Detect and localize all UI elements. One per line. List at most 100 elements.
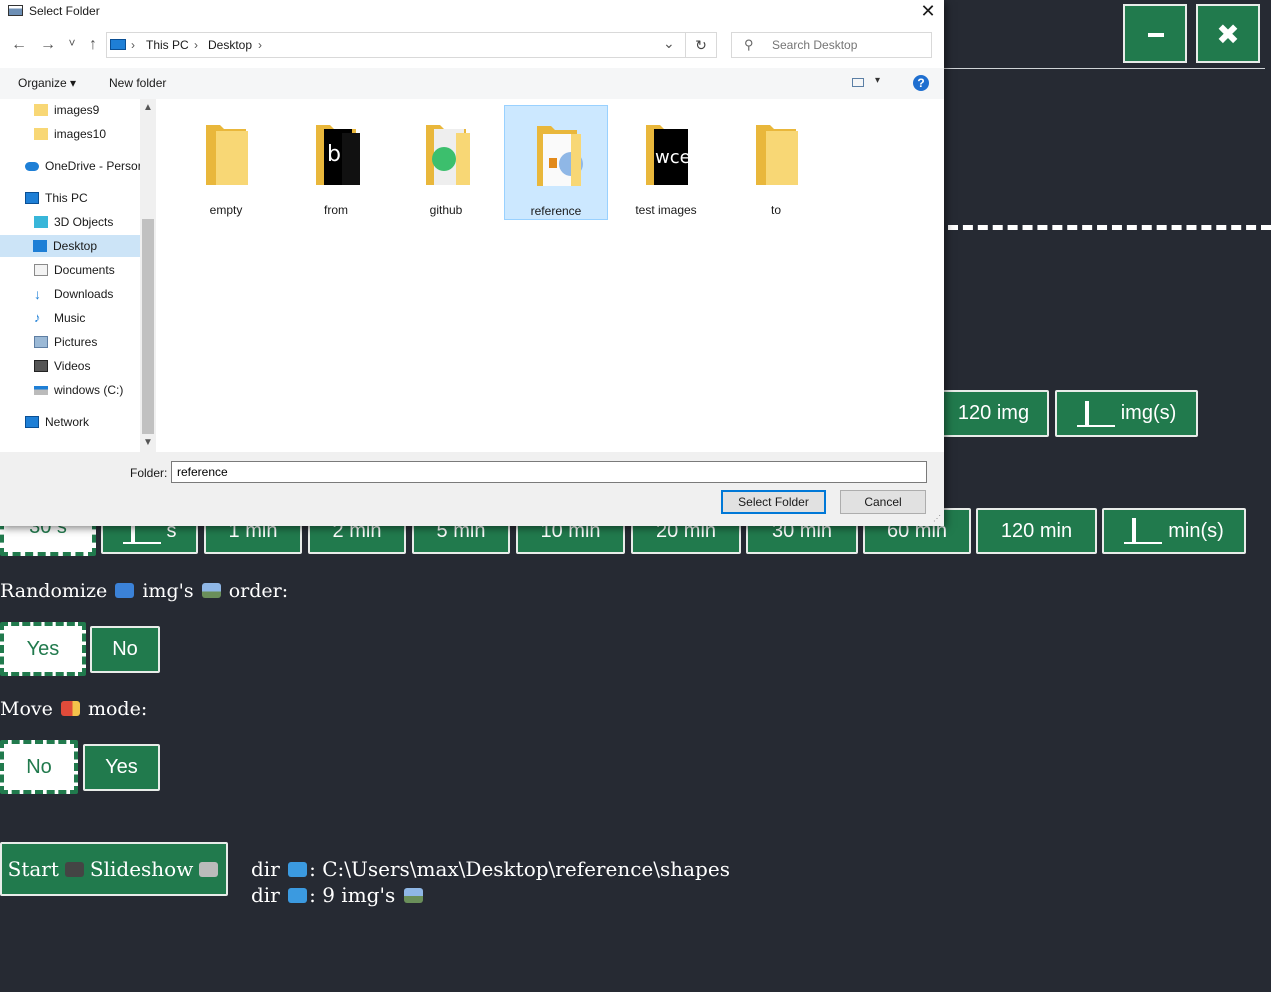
resize-grip-icon[interactable]: ⋰ [933,514,941,523]
nav-item-this-pc[interactable]: This PC [25,187,88,209]
folder-icon: b [316,125,360,185]
folder-item-test-images[interactable]: wce test images [614,105,718,220]
breadcrumb-separator-icon: › [258,38,262,52]
address-bar[interactable]: › This PC › Desktop › ⌄ [106,32,686,58]
search-input[interactable] [770,37,924,53]
document-icon [34,264,48,276]
move-no-button[interactable]: No [0,740,78,794]
window-icon [8,5,23,16]
scroll-down-icon[interactable]: ▼ [143,437,153,448]
minimize-button[interactable] [1123,4,1187,63]
nav-item-label: Desktop [53,239,98,253]
help-icon[interactable]: ? [913,75,929,91]
time-custom-min-button[interactable]: min(s) [1102,508,1246,554]
breadcrumb-separator-icon: › [131,38,135,52]
cube-icon [34,216,48,228]
breadcrumb-separator-icon: › [194,38,198,52]
dialog-close-icon[interactable]: ✕ [918,1,938,21]
nav-item-images9[interactable]: images9 [34,99,99,121]
organize-menu[interactable]: Organize ▾ [18,76,76,90]
btn-label: No [112,638,138,660]
computer-icon [25,192,39,204]
select-folder-button[interactable]: Select Folder [721,490,826,514]
film-emoji-icon [199,861,219,877]
folder-name-input[interactable] [171,461,927,483]
header-divider [944,68,1265,69]
folder-name: reference [530,204,582,218]
truck-emoji-icon [60,701,80,716]
refresh-icon[interactable]: ↻ [686,32,717,58]
recent-locations-icon[interactable]: ˅ [62,36,82,50]
btn-label: Yes [105,756,138,778]
nav-item-label: images9 [54,103,100,117]
nav-item-images10[interactable]: images10 [34,123,106,145]
cancel-button[interactable]: Cancel [840,490,926,514]
nav-item-desktop[interactable]: Desktop [0,235,140,257]
folder-name: empty [209,203,243,217]
nav-item-windows-c[interactable]: windows (C:) [34,379,123,401]
view-dropdown-icon[interactable]: ▾ [875,75,880,86]
picture-emoji-icon [201,583,221,598]
nav-item-videos[interactable]: Videos [34,355,90,377]
dialog-title: Select Folder [29,4,100,18]
view-options-icon[interactable] [852,78,864,87]
folder-item-from[interactable]: b from [284,105,388,220]
nav-item-3d-objects[interactable]: 3D Objects [34,211,113,233]
nav-item-label: Documents [54,263,115,277]
up-arrow-icon[interactable]: ↑ [83,36,103,54]
img-count-120-button[interactable]: 120 img [938,390,1049,437]
move-yes-button[interactable]: Yes [83,744,160,791]
scrollbar-thumb[interactable] [142,219,154,434]
btn-label: Slideshow [89,857,194,881]
dir-count-value: : 9 img's [309,883,396,907]
nav-item-downloads[interactable]: ↓ Downloads [34,283,113,305]
back-arrow-icon[interactable]: ← [9,36,29,54]
close-app-button[interactable]: ✖ [1196,4,1260,63]
this-pc-icon [110,39,126,50]
address-dropdown-icon[interactable]: ⌄ [663,35,675,52]
nav-item-pictures[interactable]: Pictures [34,331,97,353]
nav-item-onedrive[interactable]: OneDrive - Persor [25,155,142,177]
minimize-icon [1148,33,1164,37]
folder-name: from [324,203,348,217]
label-text: Randomize [0,580,108,602]
randomize-no-button[interactable]: No [90,626,160,673]
number-input-icon[interactable] [1124,518,1163,544]
label-text: order: [228,580,289,602]
nav-item-label: images10 [54,127,107,141]
time-120min-button[interactable]: 120 min [976,508,1097,554]
nav-item-label: Videos [54,359,91,373]
dir-count-line: dir : 9 img's [251,883,425,907]
breadcrumb-this-pc[interactable]: This PC [146,38,189,52]
search-box[interactable]: ⚲ [731,32,932,58]
nav-item-documents[interactable]: Documents [34,259,115,281]
btn-label: min(s) [1168,519,1224,542]
folder-item-reference[interactable]: reference [504,105,608,220]
number-input-icon[interactable] [1076,400,1115,427]
nav-item-label: 3D Objects [54,215,114,229]
start-slideshow-button[interactable]: Start Slideshow [0,842,228,896]
folder-name: to [770,203,781,217]
label-text: img's [142,580,194,602]
dialog-titlebar[interactable]: Select Folder ✕ [0,0,944,22]
new-folder-button[interactable]: New folder [109,76,166,90]
btn-label: 120 min [1000,519,1073,542]
navigation-pane: images9 images10 OneDrive - Persor This … [0,99,156,452]
randomize-yes-button[interactable]: Yes [0,622,86,676]
img-count-custom-button[interactable]: img(s) [1055,390,1198,437]
scroll-up-icon[interactable]: ▲ [143,102,153,113]
folder-emoji-icon [288,888,308,903]
folder-icon [34,104,48,116]
nav-scrollbar[interactable]: ▲ ▼ [140,99,156,452]
nav-item-network[interactable]: Network [25,411,89,433]
folder-item-github[interactable]: github [394,105,498,220]
nav-item-label: Pictures [54,335,98,349]
label-text: dir [251,883,280,907]
drive-icon [34,385,48,395]
label-text: mode: [87,698,148,720]
folder-item-empty[interactable]: empty [174,105,278,220]
folder-item-to[interactable]: to [724,105,828,220]
breadcrumb-desktop[interactable]: Desktop [208,38,252,52]
forward-arrow-icon[interactable]: → [38,36,58,54]
nav-item-music[interactable]: ♪ Music [34,307,85,329]
